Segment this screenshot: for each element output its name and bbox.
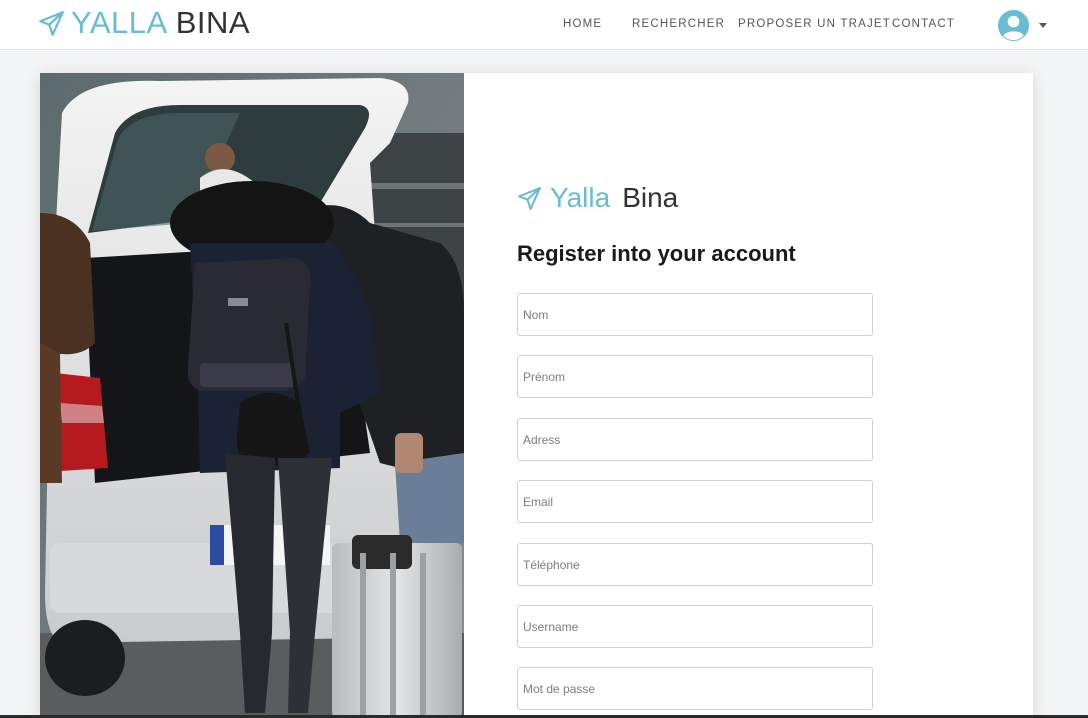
form-title: Register into your account bbox=[517, 241, 796, 266]
user-circle-icon bbox=[997, 9, 1030, 41]
nav-menu: HOME RECHERCHER PROPOSER UN TRAJET CONTA… bbox=[0, 18, 1088, 34]
form-brand-part2: Bina bbox=[622, 182, 679, 213]
navbar: YALLA BINA HOME RECHERCHER PROPOSER UN T… bbox=[0, 0, 1088, 50]
address-input[interactable] bbox=[517, 418, 873, 461]
nav-link-rechercher[interactable]: RECHERCHER bbox=[632, 18, 725, 30]
form-brand-part1: Yalla bbox=[550, 182, 611, 213]
caret-down-icon bbox=[1039, 22, 1047, 28]
nav-link-proposer-un-trajet[interactable]: PROPOSER UN TRAJET bbox=[738, 18, 891, 30]
prenom-input[interactable] bbox=[517, 355, 873, 398]
hero-photo bbox=[40, 73, 464, 718]
telephone-input[interactable] bbox=[517, 543, 873, 586]
paper-plane-icon bbox=[518, 186, 541, 210]
user-menu-toggle[interactable] bbox=[997, 7, 1047, 43]
hero-photo-illustration bbox=[40, 73, 464, 718]
username-input[interactable] bbox=[517, 605, 873, 648]
nom-input[interactable] bbox=[517, 293, 873, 336]
email-input[interactable] bbox=[517, 480, 873, 523]
nav-link-contact[interactable]: CONTACT bbox=[892, 18, 955, 30]
password-input[interactable] bbox=[517, 667, 873, 710]
form-brand: Yalla Bina bbox=[517, 182, 678, 214]
register-form: Yalla Bina Register into your account bbox=[517, 73, 997, 718]
register-card: Yalla Bina Register into your account bbox=[40, 73, 1033, 718]
nav-link-home[interactable]: HOME bbox=[563, 18, 602, 30]
